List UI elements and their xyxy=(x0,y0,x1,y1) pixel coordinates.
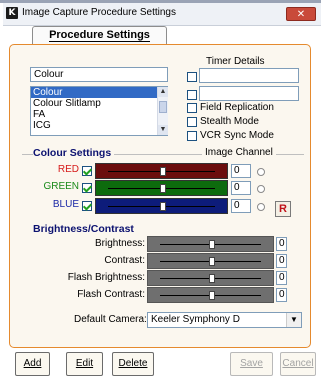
tab-label: Procedure Settings xyxy=(49,29,150,42)
contrast-label: Contrast: xyxy=(104,255,145,266)
timer-field-2[interactable] xyxy=(199,86,299,101)
brightness-value[interactable]: 0 xyxy=(276,237,287,251)
cancel-button[interactable]: Cancel xyxy=(280,352,316,376)
contrast-slider[interactable] xyxy=(147,253,274,269)
timer-checkbox-2[interactable] xyxy=(187,90,197,100)
default-camera-value: Keeler Symphony D xyxy=(151,314,240,325)
stealth-mode-label: Stealth Mode xyxy=(200,116,259,127)
channel-checkbox-green[interactable] xyxy=(82,183,92,193)
delete-button-label: Delete xyxy=(118,358,148,369)
channel-radio-red[interactable] xyxy=(257,168,265,176)
timer-field-1[interactable] xyxy=(199,68,299,83)
slider-thumb[interactable] xyxy=(160,184,166,193)
channel-label-blue: BLUE xyxy=(52,199,79,210)
vcr-sync-mode-label: VCR Sync Mode xyxy=(200,130,274,141)
procedure-list[interactable]: Colour Colour Slitlamp FA ICG xyxy=(30,86,168,136)
cancel-button-label: Cancel xyxy=(282,358,314,369)
procedure-list-item[interactable]: Colour Slitlamp xyxy=(31,98,157,109)
flash-contrast-value[interactable]: 0 xyxy=(276,288,287,302)
slider-thumb[interactable] xyxy=(209,257,215,266)
app-icon: K xyxy=(6,7,18,19)
field-replication-checkbox[interactable] xyxy=(187,103,197,113)
channel-slider-green[interactable] xyxy=(95,180,228,196)
flash-brightness-value[interactable]: 0 xyxy=(276,271,287,285)
add-button-label: Add xyxy=(23,358,42,369)
default-camera-select[interactable]: Keeler Symphony D ▼ xyxy=(147,312,302,328)
channel-radio-green[interactable] xyxy=(257,185,265,193)
timer-checkbox-1[interactable] xyxy=(187,72,197,82)
channel-radio-blue[interactable] xyxy=(257,203,265,211)
flash-contrast-label: Flash Contrast: xyxy=(77,289,145,300)
image-channel-label: Image Channel xyxy=(202,147,276,158)
add-button[interactable]: Add xyxy=(15,352,50,376)
contrast-value[interactable]: 0 xyxy=(276,254,287,268)
scroll-thumb[interactable] xyxy=(159,101,167,113)
channel-label-green: GREEN xyxy=(43,181,79,192)
channel-slider-blue[interactable] xyxy=(95,198,228,214)
stealth-mode-checkbox[interactable] xyxy=(187,117,197,127)
channel-value-blue[interactable]: 0 xyxy=(231,199,251,213)
channel-value-red[interactable]: 0 xyxy=(231,164,251,178)
brightness-slider[interactable] xyxy=(147,236,274,252)
channel-slider-red[interactable] xyxy=(95,163,228,179)
flash-contrast-slider[interactable] xyxy=(147,287,274,303)
scroll-down-icon[interactable]: ▼ xyxy=(158,125,168,135)
channel-checkbox-blue[interactable] xyxy=(82,201,92,211)
chevron-down-icon[interactable]: ▼ xyxy=(286,313,301,327)
slider-thumb[interactable] xyxy=(209,240,215,249)
procedure-list-item[interactable]: ICG xyxy=(31,120,157,131)
channel-checkbox-red[interactable] xyxy=(82,166,92,176)
brightness-contrast-title: Brightness/Contrast xyxy=(33,223,137,235)
edit-button-label: Edit xyxy=(75,358,94,369)
reset-colour-button[interactable]: R xyxy=(275,201,291,217)
flash-brightness-label: Flash Brightness: xyxy=(67,272,145,283)
procedure-list-scrollbar[interactable]: ▲ ▼ xyxy=(157,87,168,135)
channel-label-red: RED xyxy=(57,164,79,175)
procedure-list-item[interactable]: Colour xyxy=(31,87,157,98)
slider-thumb[interactable] xyxy=(160,202,166,211)
save-button[interactable]: Save xyxy=(230,352,273,376)
channel-value-green[interactable]: 0 xyxy=(231,181,251,195)
brightness-label: Brightness: xyxy=(94,238,145,249)
field-replication-label: Field Replication xyxy=(200,102,274,113)
tab-procedure-settings[interactable]: Procedure Settings xyxy=(32,26,167,44)
timer-details-label: Timer Details xyxy=(206,56,265,67)
slider-thumb[interactable] xyxy=(209,274,215,283)
default-camera-label: Default Camera: xyxy=(74,314,147,325)
save-button-label: Save xyxy=(240,358,263,369)
scroll-up-icon[interactable]: ▲ xyxy=(158,87,168,97)
window-title: Image Capture Procedure Settings xyxy=(22,7,176,18)
procedure-name-input[interactable]: Colour xyxy=(30,67,168,82)
close-button[interactable]: ✕ xyxy=(286,7,316,21)
flash-brightness-slider[interactable] xyxy=(147,270,274,286)
edit-button[interactable]: Edit xyxy=(66,352,103,376)
procedure-list-item[interactable]: FA xyxy=(31,109,157,120)
vcr-sync-mode-checkbox[interactable] xyxy=(187,131,197,141)
slider-thumb[interactable] xyxy=(209,291,215,300)
delete-button[interactable]: Delete xyxy=(112,352,154,376)
slider-thumb[interactable] xyxy=(160,167,166,176)
colour-settings-title: Colour Settings xyxy=(33,147,115,159)
